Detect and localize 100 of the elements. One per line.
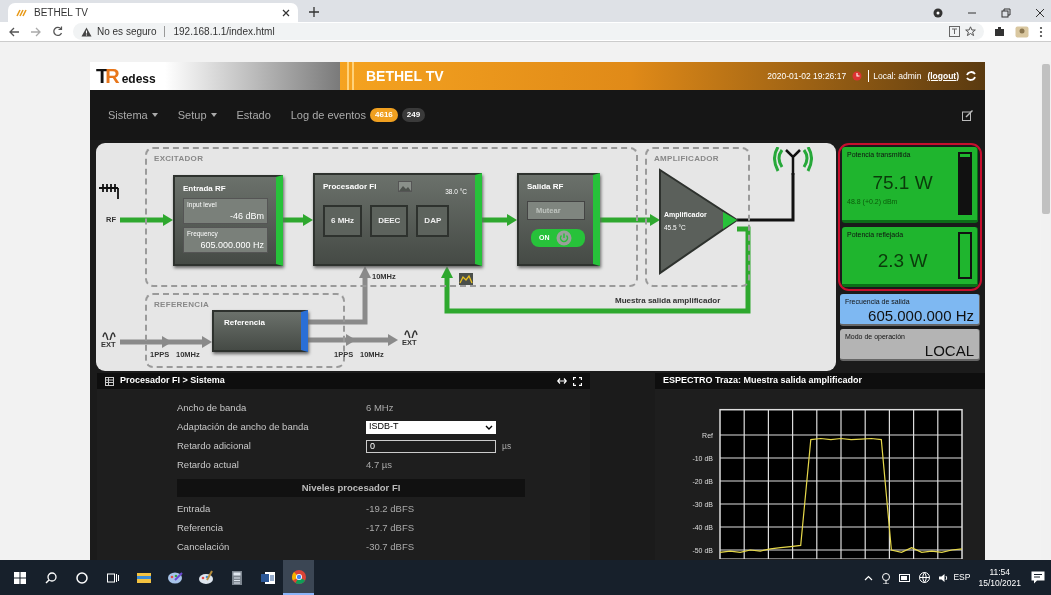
select-field[interactable]: ISDB-T (366, 420, 496, 434)
count-badge: 249 (401, 108, 426, 122)
logout-link[interactable]: (logout) (927, 69, 959, 83)
block-title: Referencia (224, 317, 266, 329)
date-time: 2020-01-02 19:26:17 (767, 69, 847, 83)
field-label: Retardo adicional (177, 439, 252, 453)
block-title: Entrada RF (183, 183, 227, 195)
avatar-icon[interactable] (1015, 25, 1029, 38)
signal-arrow (482, 214, 517, 226)
refresh-icon[interactable] (965, 70, 977, 82)
user-label: Local: admin (868, 69, 922, 83)
feedback-label: Muestra salida amplificador (615, 295, 721, 307)
document-icon (259, 569, 276, 586)
field-label: Cancelación (177, 540, 231, 554)
section-header: Niveles procesador FI (177, 479, 525, 497)
sine-wave-icon (404, 328, 418, 338)
restore-icon[interactable] (1001, 8, 1011, 18)
tile-value: LOCAL (923, 342, 974, 358)
field-label: Ancho de banda (177, 401, 248, 415)
table-icon (105, 376, 114, 386)
close-icon[interactable] (1035, 8, 1045, 18)
signal-arrow (600, 214, 660, 226)
translate-icon[interactable] (949, 26, 960, 37)
nav-link[interactable]: Sistema (108, 106, 158, 124)
block-title: Procesador FI (323, 181, 377, 193)
edit-icon[interactable] (962, 109, 973, 121)
task-view-icon[interactable] (106, 571, 119, 584)
mode-button[interactable]: DAP (416, 204, 450, 237)
field-value: 6 MHz (366, 400, 395, 415)
clock-date[interactable]: 15/10/2021 (978, 577, 1021, 589)
star-icon[interactable] (965, 26, 976, 37)
chevron-down-icon (485, 424, 493, 430)
palette-icon (197, 569, 214, 586)
new-tab-icon[interactable] (308, 6, 320, 18)
panel-title: ESPECTRO Traza: Muestra salida amplificador (663, 374, 863, 388)
power-icon (555, 230, 572, 247)
nav-link[interactable]: Setup (177, 106, 217, 124)
clock-icon (852, 71, 863, 81)
tile-value: 2.3 W (876, 248, 929, 273)
block-title: Salida RF (527, 181, 565, 193)
group-label: REFERENCIA (154, 299, 209, 311)
logo: TR edess (96, 64, 156, 89)
count-badge: 4616 (370, 108, 398, 122)
nav-link[interactable]: Estado (236, 106, 271, 124)
scrollbar-thumb[interactable] (1042, 64, 1050, 214)
stripes-icon (346, 62, 356, 90)
image-icon[interactable] (398, 181, 413, 192)
mode-button[interactable]: 6 MHz (323, 204, 363, 237)
input-field[interactable]: 0 (366, 439, 496, 453)
palette-icon (166, 569, 183, 586)
chevron-up-icon[interactable] (864, 574, 874, 581)
browser-icon (290, 568, 307, 585)
battery-icon[interactable] (899, 573, 912, 582)
broadcast-antenna-icon (773, 147, 813, 175)
field-value: -17.7 dBFS (366, 520, 416, 535)
field-label: Retardo actual (177, 458, 240, 472)
app-title: BETHEL TV (366, 66, 444, 86)
browser-tab[interactable]: BETHEL TV (8, 3, 298, 22)
field-label: Entrada (177, 502, 212, 516)
tile-value: 75.1 W (871, 170, 934, 195)
clock-arrow (308, 266, 371, 325)
circle-icon[interactable] (75, 571, 88, 584)
language-indicator[interactable]: ESP (953, 571, 971, 584)
clock-time[interactable]: 11:54 (978, 566, 1021, 578)
address-field[interactable]: No es seguro 192.168.1.1/index.html (73, 23, 984, 40)
status-triangle (723, 212, 737, 229)
windows-logo-icon[interactable] (13, 571, 26, 584)
search-icon[interactable] (44, 571, 57, 584)
group-label: AMPLIFICADOR (654, 153, 719, 165)
nav-link[interactable]: Log de eventos 4616 249 (290, 106, 426, 124)
profile-icon[interactable] (933, 8, 943, 18)
tile-value: 605.000.000 Hz (867, 307, 974, 323)
mode-button[interactable]: DEEC (370, 204, 409, 237)
caret-icon (151, 113, 158, 117)
caret-icon (210, 113, 217, 117)
back-icon[interactable] (8, 26, 20, 37)
reload-icon[interactable] (52, 26, 63, 37)
warning-icon (81, 26, 92, 37)
field-label: Referencia (177, 521, 224, 535)
sine-wave-icon (102, 330, 116, 340)
field-label: Adaptación de ancho de banda (177, 420, 310, 434)
field-value: -30.7 dBFS (366, 539, 416, 554)
close-icon[interactable] (282, 8, 290, 17)
signal-arrow (120, 214, 173, 226)
output-line (737, 173, 795, 222)
resize-horizontal-icon[interactable] (557, 377, 567, 385)
group-label: EXCITADOR (154, 153, 204, 165)
notification-icon[interactable] (1031, 571, 1045, 584)
spectrum-icon[interactable] (459, 273, 473, 285)
unit-label: µs (502, 439, 512, 453)
speaker-icon[interactable] (938, 572, 950, 583)
globe-icon[interactable] (919, 572, 931, 583)
referencia-block[interactable]: Referencia (212, 310, 308, 352)
favicon-icon (16, 7, 28, 18)
panel-title: Procesador FI > Sistema (120, 374, 225, 388)
field-value: 4.7 µs (366, 457, 394, 472)
field-value: -19.2 dBFS (366, 501, 416, 516)
signal-arrow (283, 214, 313, 226)
menu-icon[interactable] (1039, 25, 1043, 38)
expand-icon[interactable] (573, 376, 582, 386)
